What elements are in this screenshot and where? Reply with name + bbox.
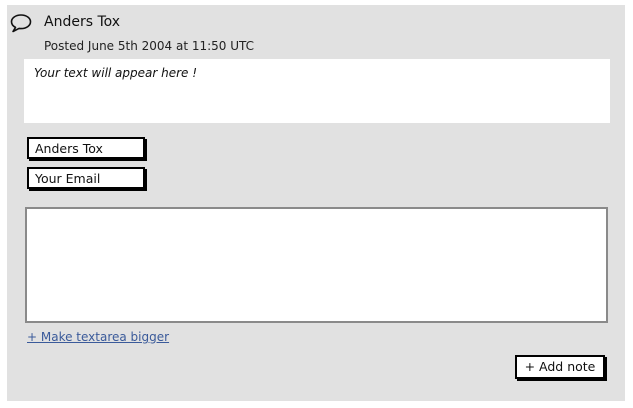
preview-text: Your text will appear here ! bbox=[34, 66, 198, 80]
make-textarea-bigger-link[interactable]: + Make textarea bigger bbox=[27, 330, 169, 344]
add-note-button[interactable]: + Add note bbox=[515, 355, 605, 379]
comment-preview: Your text will appear here ! bbox=[24, 59, 610, 123]
author-name: Anders Tox bbox=[44, 14, 121, 30]
comment-textarea[interactable] bbox=[25, 207, 608, 323]
speech-bubble-icon bbox=[10, 14, 32, 33]
email-field[interactable] bbox=[27, 167, 145, 189]
name-field[interactable] bbox=[27, 137, 145, 159]
posted-timestamp: Posted June 5th 2004 at 11:50 UTC bbox=[44, 39, 255, 53]
